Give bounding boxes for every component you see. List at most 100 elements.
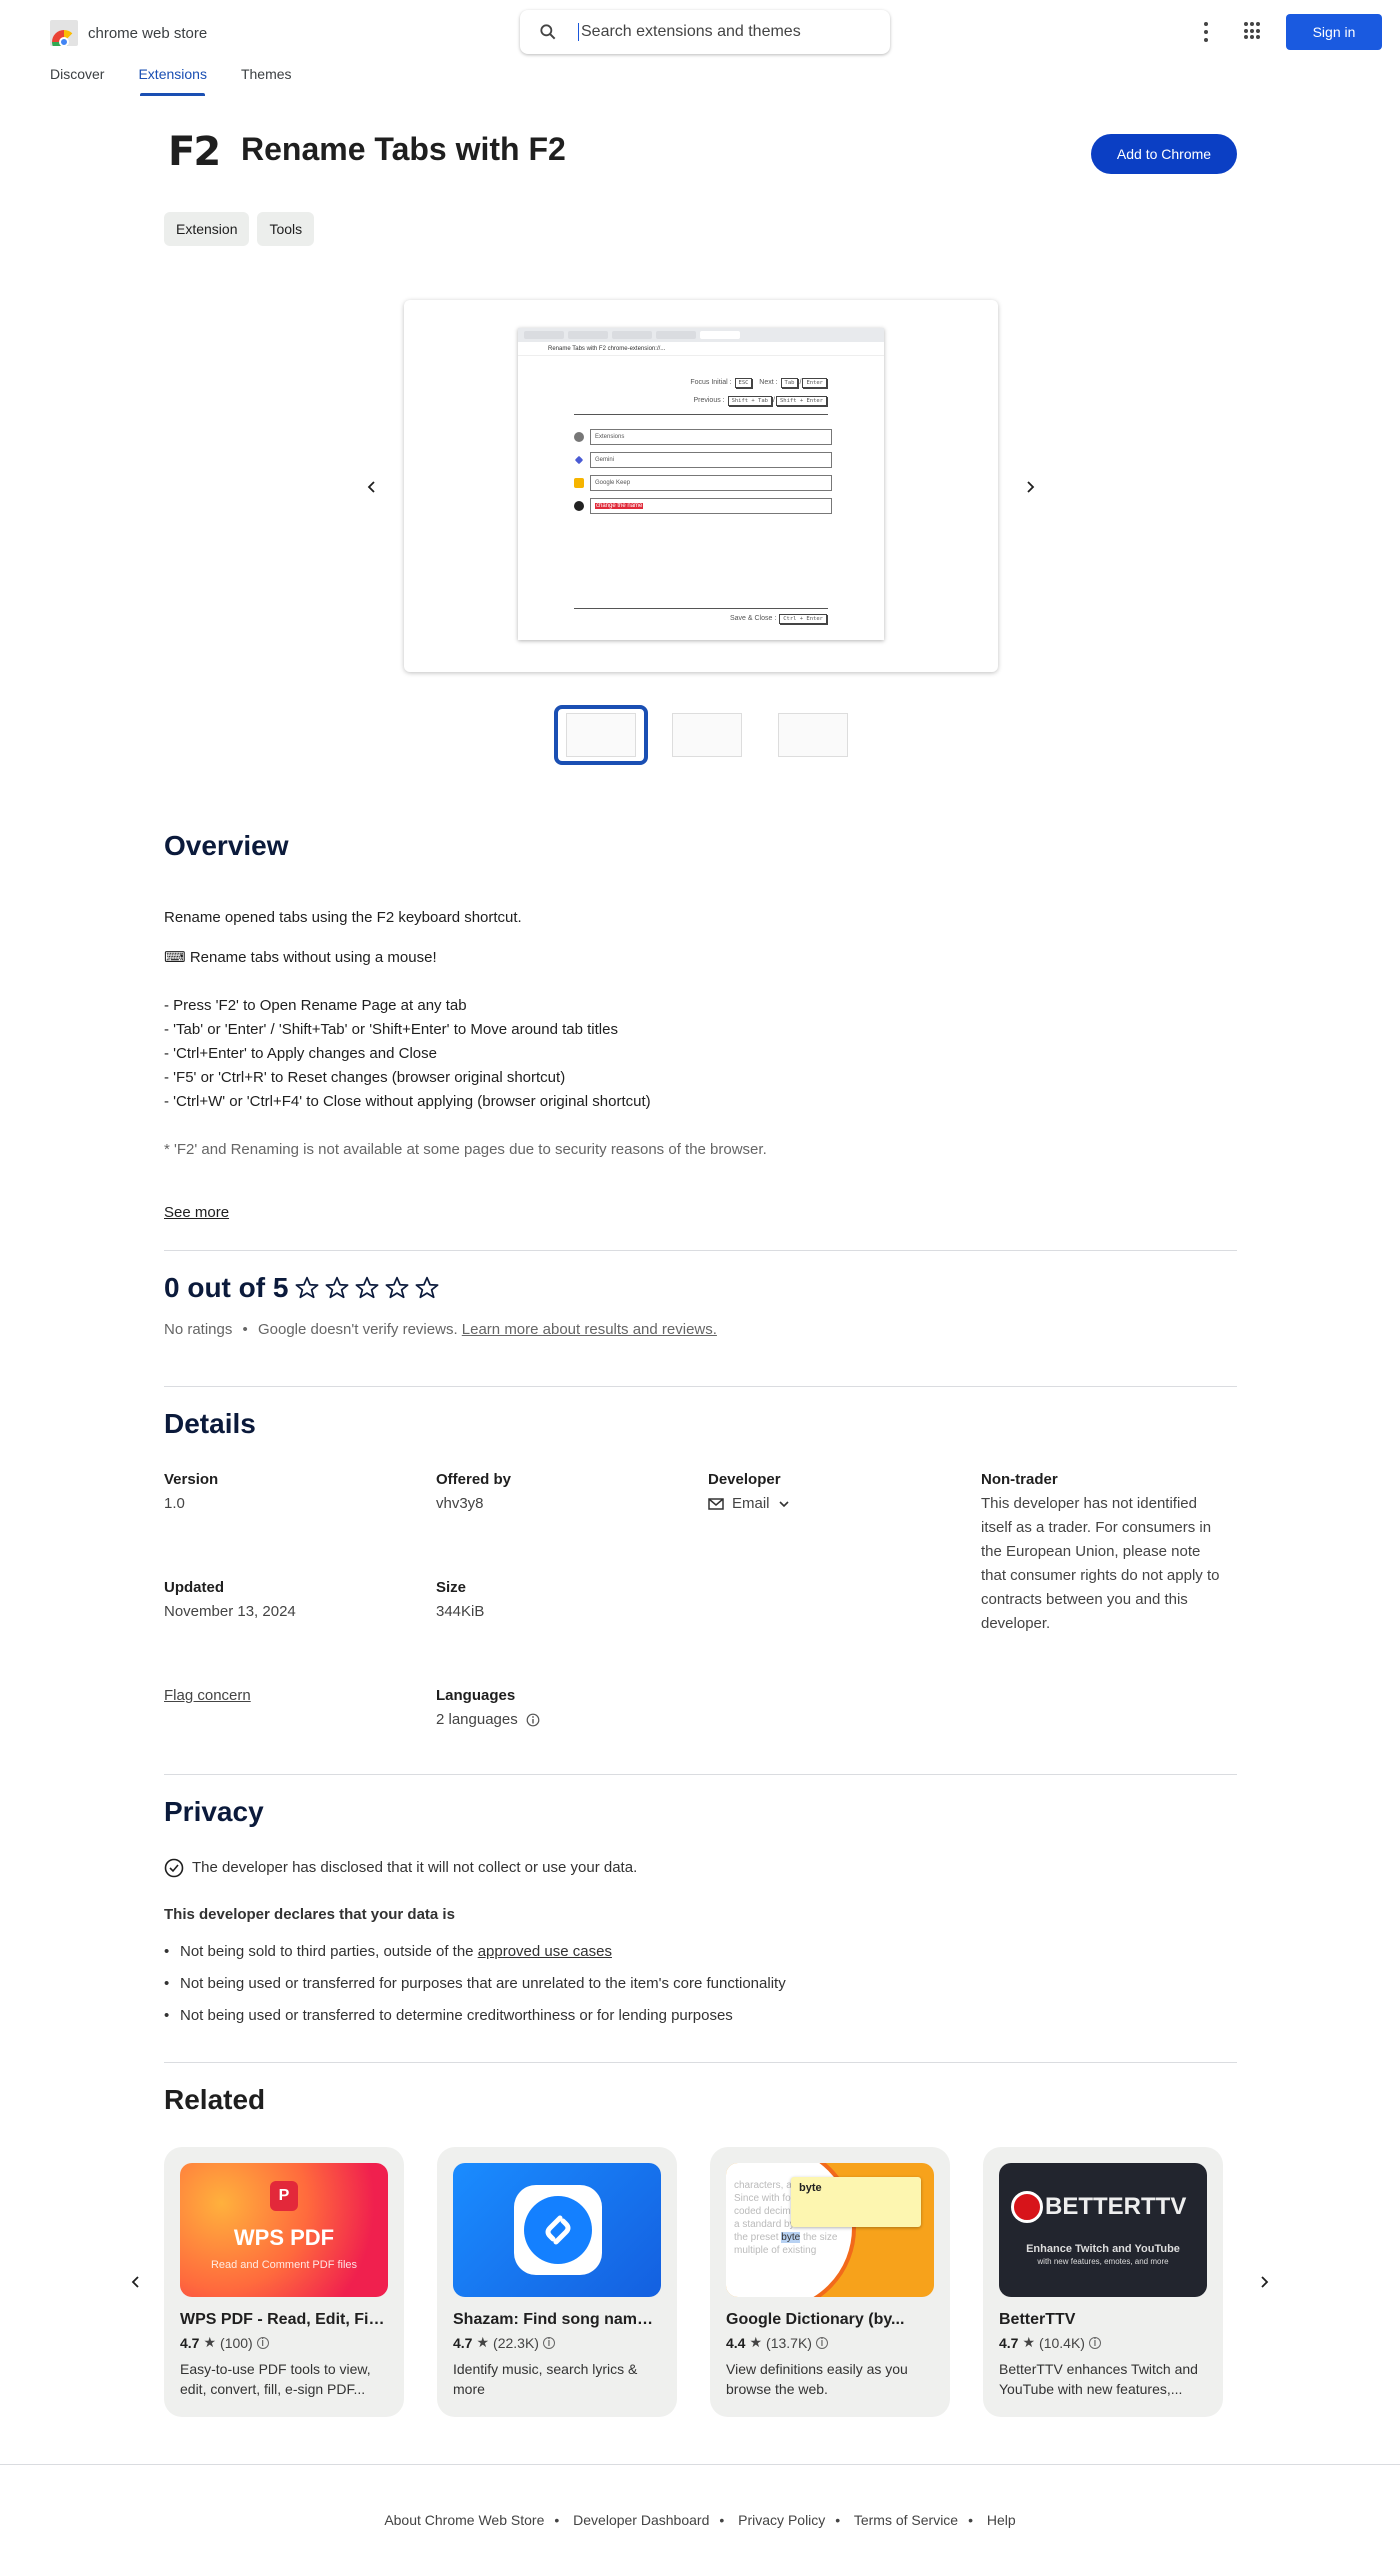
footer-link-help[interactable]: Help — [987, 2512, 1016, 2528]
related-next-button[interactable] — [1252, 2270, 1276, 2294]
privacy-list: Not being sold to third parties, outside… — [164, 1936, 786, 2032]
top-bar: chrome web store Sign in — [0, 0, 1400, 62]
card-description: Identify music, search lyrics & more — [453, 2361, 638, 2397]
overview-heading: Overview — [164, 830, 289, 861]
footer-link-privacy[interactable]: Privacy Policy — [738, 2512, 825, 2528]
footer-divider — [0, 2464, 1400, 2465]
related-card-shazam[interactable]: Shazam: Find song names... 4.7 ★ (22.3K) i … — [437, 2147, 677, 2417]
card-rating: 4.7 ★ (100) i — [180, 2334, 388, 2351]
mail-icon — [708, 1498, 724, 1510]
mock-shortcut-legend: Focus Initial : ESC Next : Tab / Enter Pre… — [690, 374, 828, 410]
privacy-heading: Privacy — [164, 1796, 264, 1827]
detail-languages: Languages 2 languages — [436, 1684, 540, 1732]
star-icon: ★ — [476, 2334, 490, 2350]
star-empty-icon — [355, 1276, 379, 1299]
thumbnail-1[interactable] — [554, 705, 648, 765]
overview-note: * 'F2' and Renaming is not available at … — [164, 1141, 767, 1158]
related-card-betterttv[interactable]: BETTERTTV Enhance Twitch and YouTube wit… — [983, 2147, 1223, 2417]
chevron-right-icon — [1027, 481, 1035, 493]
rating-stars — [294, 1275, 440, 1301]
sign-in-button[interactable]: Sign in — [1286, 14, 1382, 50]
chevron-left-icon — [367, 481, 375, 493]
privacy-item: Not being used or transferred to determi… — [164, 2000, 786, 2032]
card-description: View definitions easily as you browse th… — [726, 2361, 908, 2397]
overview-bullet: - 'Ctrl+W' or 'Ctrl+F4' to Close without… — [164, 1093, 651, 1110]
overview-bullet: - Press 'F2' to Open Rename Page at any … — [164, 997, 467, 1014]
info-icon: i — [1088, 2336, 1101, 2349]
card-image — [453, 2163, 661, 2297]
info-icon: i — [815, 2336, 828, 2349]
developer-email-dropdown[interactable]: Email — [708, 1492, 790, 1516]
bttv-logo-icon — [1011, 2191, 1043, 2223]
search-icon[interactable] — [528, 22, 568, 42]
tab-extensions[interactable]: Extensions — [138, 66, 207, 96]
star-icon: ★ — [1022, 2334, 1036, 2350]
rating-headline: 0 out of 5 — [164, 1272, 289, 1303]
screenshot-thumbnails — [554, 705, 860, 765]
card-title: WPS PDF - Read, Edit, Fill,... — [180, 2311, 388, 2328]
footer: About Chrome Web Store • Developer Dashbo… — [384, 2512, 1016, 2528]
overview-bullet: - 'Ctrl+Enter' to Apply changes and Clos… — [164, 1045, 437, 1062]
brand-name: chrome web store — [88, 24, 208, 42]
carousel-next-button[interactable] — [1018, 475, 1042, 499]
chip-extension[interactable]: Extension — [164, 212, 250, 246]
related-heading: Related — [164, 2084, 266, 2115]
check-circle-icon — [164, 1858, 184, 1878]
privacy-item: Not being used or transferred for purpos… — [164, 1968, 786, 2000]
divider — [164, 1774, 1237, 1775]
related-prev-button[interactable] — [124, 2270, 148, 2294]
thumbnail-3[interactable] — [766, 705, 860, 765]
store-logo[interactable]: chrome web store — [50, 20, 208, 47]
no-ratings-label: No ratings — [164, 1321, 233, 1338]
star-icon: ★ — [203, 2334, 217, 2350]
overview-bullet: - 'Tab' or 'Enter' / 'Shift+Tab' or 'Shi… — [164, 1021, 618, 1038]
search-input[interactable] — [578, 23, 878, 41]
rating-summary: 0 out of 5 — [164, 1272, 440, 1304]
overview-tagline: ⌨ Rename tabs without using a mouse! — [164, 949, 437, 966]
flag-concern-link[interactable]: Flag concern — [164, 1684, 251, 1708]
chevron-right-icon — [1261, 2276, 1269, 2288]
star-icon: ★ — [749, 2334, 763, 2350]
extension-icon: F2 — [168, 129, 221, 175]
google-apps-icon[interactable] — [1244, 22, 1262, 40]
footer-link-developer-dashboard[interactable]: Developer Dashboard — [573, 2512, 709, 2528]
detail-developer: Developer Email — [708, 1468, 790, 1516]
review-disclaimer: Google doesn't verify reviews. — [257, 1321, 458, 1338]
related-card-wps-pdf[interactable]: P WPS PDF Read and Comment PDF files WPS… — [164, 2147, 404, 2417]
screenshot-image: Rename Tabs with F2 chrome-extension://.… — [518, 328, 884, 640]
card-title: Shazam: Find song names... — [453, 2311, 661, 2328]
info-icon[interactable] — [526, 1713, 540, 1727]
rating-info: No ratings • Google doesn't verify revie… — [164, 1321, 717, 1338]
star-empty-icon — [295, 1276, 319, 1299]
chip-tools[interactable]: Tools — [257, 212, 315, 246]
detail-offered-by: Offered by vhv3y8 — [436, 1471, 512, 1512]
add-to-chrome-button[interactable]: Add to Chrome — [1091, 134, 1237, 174]
see-more-link[interactable]: See more — [164, 1201, 229, 1225]
footer-link-about[interactable]: About Chrome Web Store — [384, 2512, 544, 2528]
page-title: Rename Tabs with F2 — [241, 131, 566, 167]
related-card-google-dictionary[interactable]: characters, a 7-bit ASCII codeSince with… — [710, 2147, 950, 2417]
approved-use-cases-link[interactable]: approved use cases — [478, 1943, 612, 1960]
star-empty-icon — [325, 1276, 349, 1299]
card-description: BetterTTV enhances Twitch and YouTube wi… — [999, 2361, 1198, 2397]
tab-themes[interactable]: Themes — [241, 66, 292, 92]
privacy-declares: This developer declares that your data i… — [164, 1906, 455, 1923]
learn-more-reviews-link[interactable]: Learn more about results and reviews. — [462, 1321, 717, 1338]
card-rating: 4.7 ★ (10.4K) i — [999, 2334, 1207, 2351]
carousel-prev-button[interactable] — [360, 475, 384, 499]
thumbnail-2[interactable] — [660, 705, 754, 765]
chevron-left-icon — [131, 2276, 139, 2288]
search-box[interactable] — [520, 10, 890, 54]
card-image: P WPS PDF Read and Comment PDF files — [180, 2163, 388, 2297]
tab-discover[interactable]: Discover — [50, 66, 104, 92]
nav-tabs: Discover Extensions Themes — [50, 66, 292, 96]
privacy-item: Not being sold to third parties, outside… — [164, 1936, 786, 1968]
privacy-disclosure: The developer has disclosed that it will… — [164, 1856, 637, 1880]
more-options-icon[interactable] — [1200, 20, 1212, 44]
chevron-down-icon — [778, 1501, 789, 1508]
card-title: BetterTTV — [999, 2311, 1076, 2328]
mock-url-bar: Rename Tabs with F2 chrome-extension://.… — [518, 342, 884, 356]
footer-link-terms[interactable]: Terms of Service — [854, 2512, 958, 2528]
detail-updated: Updated November 13, 2024 — [164, 1579, 296, 1620]
details-heading: Details — [164, 1408, 256, 1439]
